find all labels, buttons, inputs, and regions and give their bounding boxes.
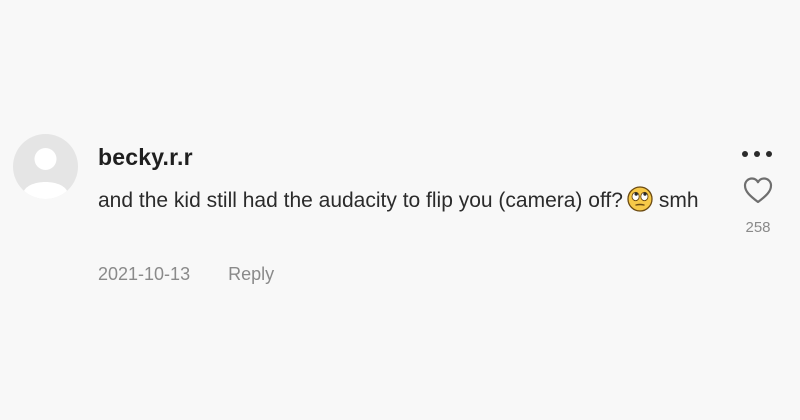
reply-button[interactable]: Reply <box>228 264 274 284</box>
more-options-icon[interactable] <box>738 144 778 164</box>
comment-item: becky.r.r and the kid still had the auda… <box>0 0 800 420</box>
like-count: 258 <box>745 219 771 236</box>
avatar[interactable] <box>13 134 78 199</box>
comment-text: and the kid still had the audacity to fl… <box>98 183 708 218</box>
heart-outline-icon[interactable] <box>742 175 774 205</box>
comment-text-part-1: and the kid still had the audacity to fl… <box>98 189 623 212</box>
default-avatar-icon <box>23 148 68 199</box>
face-with-rolling-eyes-icon <box>627 186 653 212</box>
comment-text-part-2: smh <box>658 189 699 212</box>
comment-username[interactable]: becky.r.r <box>98 144 193 171</box>
comment-date: 2021-10-13 <box>98 264 191 284</box>
comment-meta: 2021-10-13 Reply <box>98 264 274 285</box>
